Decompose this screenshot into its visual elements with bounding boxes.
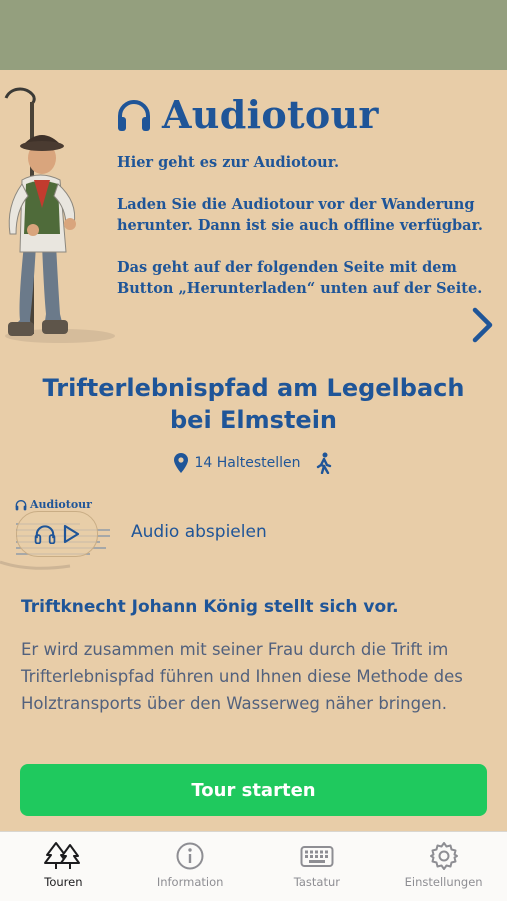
tab-label: Einstellungen	[404, 875, 483, 889]
gear-icon	[429, 842, 458, 870]
headphones-icon	[34, 525, 56, 544]
bottom-tab-bar: Touren Information Tastatur Einstellunge…	[0, 831, 507, 901]
audio-play-button[interactable]	[16, 511, 98, 557]
location-pin-icon	[174, 453, 189, 473]
tab-touren[interactable]: Touren	[0, 832, 127, 901]
stops-count: 14 Haltestellen	[194, 455, 301, 471]
tab-information[interactable]: Information	[127, 832, 254, 901]
play-icon	[63, 524, 80, 544]
hero-paragraph: Laden Sie die Audiotour vor der Wanderun…	[117, 196, 483, 234]
tab-tastatur[interactable]: Tastatur	[254, 832, 381, 901]
walking-icon	[316, 452, 331, 474]
keyboard-icon	[300, 846, 334, 867]
raftsman-illustration	[4, 87, 115, 343]
intro-text: Er wird zusammen mit seiner Frau durch d…	[21, 640, 463, 713]
hero-paragraph: Das geht auf der folgenden Seite mit dem…	[117, 259, 483, 297]
audio-play-label[interactable]: Audio abspielen	[131, 522, 267, 542]
top-bar	[0, 0, 507, 70]
headphones-icon	[118, 99, 150, 131]
text-fade-overlay	[0, 712, 507, 752]
chevron-right-icon[interactable]	[468, 305, 498, 345]
thumbnail-label: Audiotour	[30, 498, 92, 511]
info-icon	[176, 842, 204, 870]
tab-einstellungen[interactable]: Einstellungen	[380, 832, 507, 901]
headphones-icon	[15, 500, 27, 511]
start-tour-button[interactable]: Tour starten	[20, 764, 487, 816]
tab-label: Tastatur	[293, 875, 340, 889]
tab-label: Touren	[44, 875, 83, 889]
tab-label: Information	[156, 875, 224, 889]
tour-title: Trifterlebnispfad am Legelbach bei Elmst…	[42, 374, 465, 434]
intro-subtitle: Triftknecht Johann König stellt sich vor…	[21, 597, 399, 617]
audiotour-description: Hier geht es zur Audiotour. Laden Sie di…	[117, 152, 497, 320]
audiotour-heading: Audiotour	[116, 92, 379, 137]
tour-meta: 14 Haltestellen	[0, 452, 507, 474]
trees-icon	[44, 842, 81, 869]
audiotour-title: Audiotour	[162, 92, 379, 137]
hero-paragraph: Hier geht es zur Audiotour.	[117, 154, 340, 171]
